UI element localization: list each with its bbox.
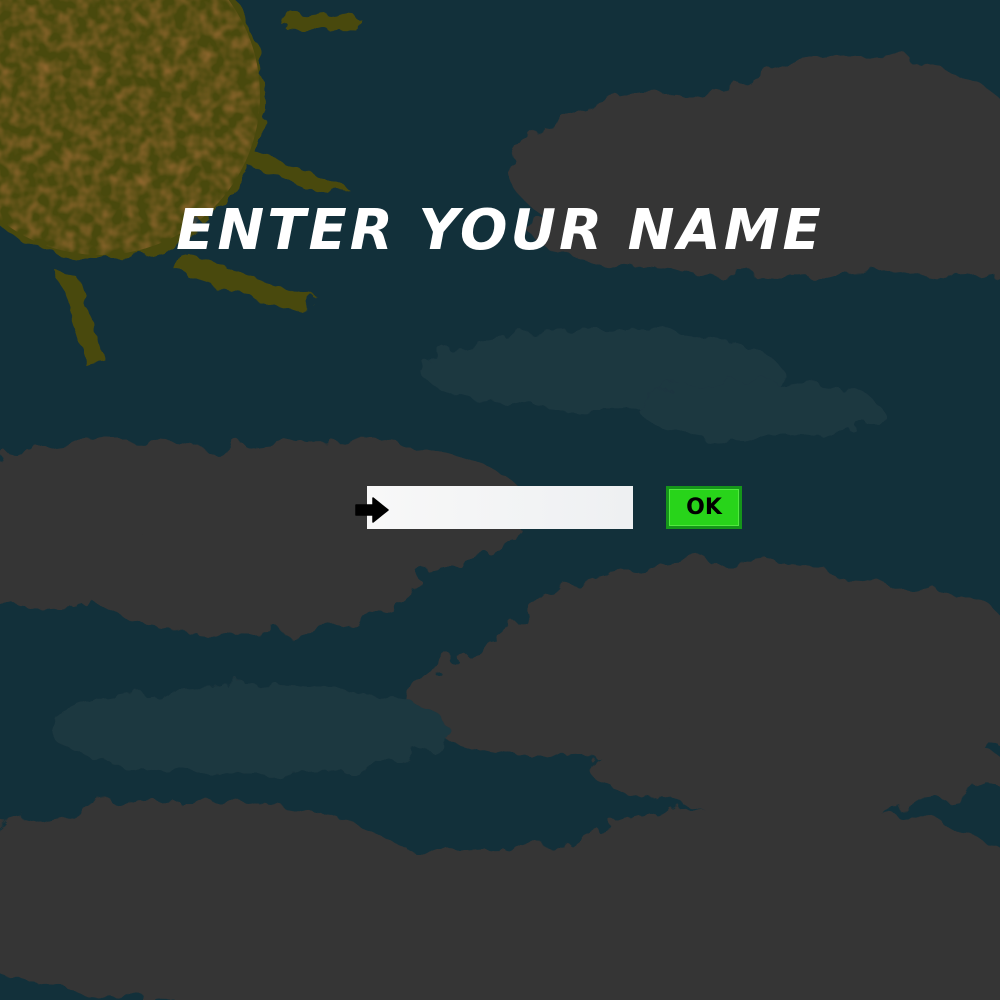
name-entry-screen: ENTER YOUR NAME OK xyxy=(0,0,1000,1000)
ok-button[interactable]: OK xyxy=(666,486,742,529)
name-input[interactable] xyxy=(367,486,633,529)
page-title: ENTER YOUR NAME xyxy=(176,198,824,263)
